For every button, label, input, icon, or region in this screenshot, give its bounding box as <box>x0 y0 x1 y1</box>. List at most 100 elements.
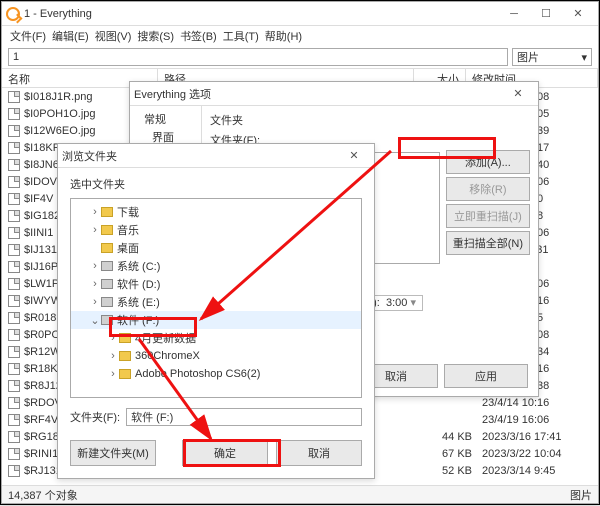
file-icon <box>8 125 20 137</box>
folder-icon <box>101 207 113 217</box>
tree-item-label: Adobe Photoshop CS6(2) <box>135 368 260 380</box>
menu-item[interactable]: 工具(T) <box>223 28 259 44</box>
tree-item[interactable]: › 360ChromeX <box>71 347 361 365</box>
file-date: 2023/3/16 17:41 <box>476 431 592 443</box>
folder-icon <box>119 369 131 379</box>
menu-bar: 文件(F) 编辑(E) 视图(V) 搜索(S) 书签(B) 工具(T) 帮助(H) <box>2 26 598 46</box>
expand-icon[interactable]: › <box>107 332 119 344</box>
menu-item[interactable]: 文件(F) <box>10 28 46 44</box>
file-date: 23/4/19 16:06 <box>476 414 592 426</box>
menu-item[interactable]: 书签(B) <box>180 28 217 44</box>
menu-item[interactable]: 视图(V) <box>95 28 132 44</box>
close-button[interactable]: ✕ <box>562 5 594 23</box>
drive-icon <box>101 279 113 289</box>
browse-titlebar: 浏览文件夹 ✕ <box>58 144 374 168</box>
options-apply-button[interactable]: 应用 <box>444 364 528 388</box>
options-titlebar: Everything 选项 ✕ <box>130 82 538 106</box>
maximize-button[interactable]: ☐ <box>530 5 562 23</box>
file-date: 23/4/14 10:16 <box>476 397 592 409</box>
file-icon <box>8 142 20 154</box>
menu-item[interactable]: 帮助(H) <box>265 28 302 44</box>
folder-icon <box>101 225 113 235</box>
tree-item[interactable]: ›系统 (C:) <box>71 257 361 275</box>
file-icon <box>8 210 20 222</box>
tree-item[interactable]: › 4月更新数据 <box>71 329 361 347</box>
tree-item-label: 软件 (D:) <box>117 276 160 292</box>
minimize-button[interactable]: ─ <box>498 5 530 23</box>
folder-icon <box>119 351 131 361</box>
tree-item[interactable]: › Adobe Photoshop CS6(2) <box>71 365 361 383</box>
tree-item[interactable]: › 音乐 <box>71 221 361 239</box>
search-input[interactable] <box>8 48 508 66</box>
status-bar: 14,387 个对象 图片 <box>2 485 598 503</box>
tree-item-label: 下载 <box>117 204 139 220</box>
main-titlebar: 1 - Everything ─ ☐ ✕ <box>2 2 598 26</box>
browse-close-button[interactable]: ✕ <box>338 147 370 165</box>
file-icon <box>8 380 20 392</box>
file-icon <box>8 414 20 426</box>
tree-item[interactable]: › 软件 (D:) <box>71 275 361 293</box>
folder-icon <box>119 333 131 343</box>
expand-icon[interactable]: › <box>89 206 101 218</box>
tree-item[interactable]: ›系统 (E:) <box>71 293 361 311</box>
tree-item-label: 音乐 <box>117 222 139 238</box>
expand-icon[interactable]: › <box>107 368 119 380</box>
file-icon <box>8 312 20 324</box>
tree-item-label: 4月更新数据 <box>135 330 196 346</box>
file-icon <box>8 346 20 358</box>
tree-item-label: 桌面 <box>117 240 139 256</box>
tree-item[interactable]: ⌄ 软件 (F:) <box>71 311 361 329</box>
file-icon <box>8 176 20 188</box>
path-label: 文件夹(F): <box>70 409 120 425</box>
file-icon <box>8 193 20 205</box>
options-title: Everything 选项 <box>134 86 502 102</box>
rescan-now-button[interactable]: 立即重扫描(J) <box>446 204 530 228</box>
tree-item-label: 360ChromeX <box>135 350 200 362</box>
ok-button[interactable]: 确定 <box>182 440 268 466</box>
drive-icon <box>101 297 113 307</box>
expand-icon[interactable]: › <box>89 278 101 290</box>
menu-item[interactable]: 搜索(S) <box>137 28 174 44</box>
cancel-button[interactable]: 取消 <box>276 440 362 466</box>
file-icon <box>8 397 20 409</box>
options-close-button[interactable]: ✕ <box>502 85 534 103</box>
rescan-all-button[interactable]: 重扫描全部(N) <box>446 231 530 255</box>
file-icon <box>8 363 20 375</box>
remove-folder-button[interactable]: 移除(R) <box>446 177 530 201</box>
file-icon <box>8 448 20 460</box>
tree-item[interactable]: 桌面 <box>71 239 361 257</box>
file-icon <box>8 278 20 290</box>
new-folder-button[interactable]: 新建文件夹(M) <box>70 440 156 466</box>
add-folder-button[interactable]: 添加(A)... <box>446 150 530 174</box>
options-section-label: 文件夹 <box>210 112 530 128</box>
file-icon <box>8 465 20 477</box>
file-size: 44 KB <box>420 431 472 443</box>
expand-icon[interactable]: › <box>107 350 119 362</box>
expand-icon[interactable]: › <box>89 296 101 308</box>
file-icon <box>8 431 20 443</box>
file-icon <box>8 159 20 171</box>
folder-tree[interactable]: ›下载›音乐桌面›系统 (C:)›软件 (D:)›系统 (E:)⌄软件 (F:)… <box>70 198 362 398</box>
file-date: 2023/3/22 10:04 <box>476 448 592 460</box>
expand-icon[interactable]: ⌄ <box>89 314 101 327</box>
file-icon <box>8 261 20 273</box>
browse-folder-dialog: 浏览文件夹 ✕ 选中文件夹 ›下载›音乐桌面›系统 (C:)›软件 (D:)›系… <box>57 143 375 479</box>
path-input[interactable] <box>126 408 362 426</box>
status-filter: 图片 <box>570 487 592 503</box>
tree-item-label: 软件 (F:) <box>117 312 159 328</box>
folder-icon <box>101 243 113 253</box>
tree-item[interactable]: › 下载 <box>71 203 361 221</box>
expand-icon[interactable]: › <box>89 224 101 236</box>
file-icon <box>8 91 20 103</box>
app-logo-icon <box>6 7 20 21</box>
menu-item[interactable]: 编辑(E) <box>52 28 89 44</box>
file-size: 67 KB <box>420 448 472 460</box>
expand-icon[interactable]: › <box>89 260 101 272</box>
filter-dropdown[interactable]: 图片▾ <box>512 48 592 66</box>
options-tree-item[interactable]: 常规 <box>134 110 197 128</box>
drive-icon <box>101 261 113 271</box>
file-date: 2023/3/14 9:45 <box>476 465 592 477</box>
file-icon <box>8 329 20 341</box>
window-title: 1 - Everything <box>24 8 498 20</box>
browse-title: 浏览文件夹 <box>62 148 338 164</box>
